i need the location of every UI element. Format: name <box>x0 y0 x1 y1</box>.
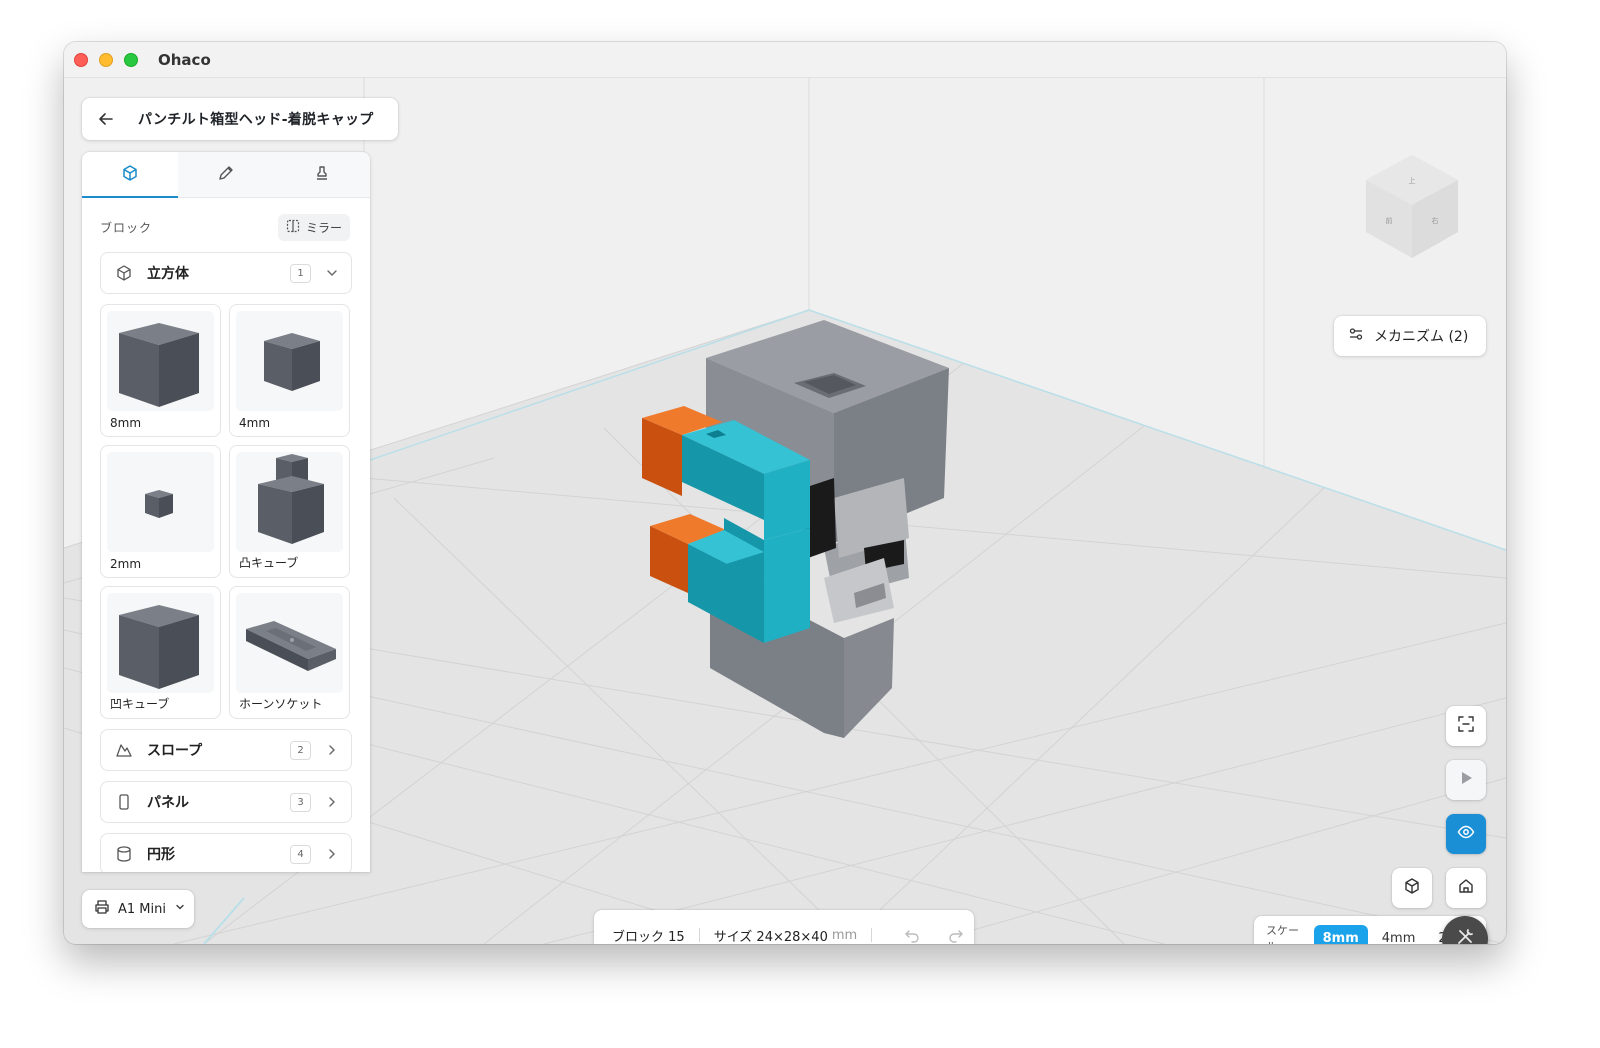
category-label: スロープ <box>147 743 203 759</box>
block-label: 2mm <box>110 557 142 571</box>
sliders-icon <box>1348 326 1364 346</box>
convex-cube-icon <box>236 452 343 552</box>
project-title: パンチルト箱型ヘッド-着脱キャップ <box>138 112 374 128</box>
chevron-right-icon <box>325 795 339 809</box>
zoom-window-button[interactable] <box>124 53 138 67</box>
block-panel: ブロック ミラー 立方体 1 8mm 4mm 2mm 凸キューブ 凹キューブ ホ… <box>82 152 370 872</box>
tools-icon <box>1454 926 1476 944</box>
fit-view-button[interactable] <box>1446 706 1486 746</box>
category-cylinder[interactable]: 円形 4 <box>100 833 352 872</box>
block-label: 8mm <box>110 416 142 430</box>
scale-option-4mm[interactable]: 4mm <box>1373 925 1425 945</box>
category-count: 3 <box>290 792 311 812</box>
svg-text:上: 上 <box>1409 176 1416 185</box>
3d-viewport[interactable]: 上 前 右 パンチルト箱型ヘッド-着脱キャップ ブロック ミラー 立方体 1 8… <box>64 78 1506 944</box>
category-count: 4 <box>290 844 311 864</box>
block-grid: 8mm 4mm 2mm 凸キューブ 凹キューブ ホーンソケット <box>100 304 352 719</box>
app-title: Ohaco <box>158 51 211 69</box>
chevron-right-icon <box>325 847 339 861</box>
cube-8mm-icon <box>107 311 214 411</box>
cube-icon <box>121 164 139 186</box>
block-tile-4mm[interactable]: 4mm <box>229 304 350 437</box>
chevron-right-icon <box>325 743 339 757</box>
tab-blocks[interactable] <box>82 152 178 198</box>
block-label: ホーンソケット <box>239 697 323 711</box>
visibility-toggle-button[interactable] <box>1446 814 1486 854</box>
printer-select[interactable]: A1 Mini <box>82 890 194 928</box>
svg-text:右: 右 <box>1432 216 1439 225</box>
size-unit: mm <box>831 927 858 943</box>
stamp-icon <box>313 164 331 186</box>
home-view-button[interactable] <box>1446 868 1486 908</box>
block-label: 凹キューブ <box>110 697 170 711</box>
minimize-window-button[interactable] <box>99 53 113 67</box>
eye-icon <box>1457 823 1475 845</box>
model-size: サイズ 24×28×40 <box>713 929 828 945</box>
project-header: パンチルト箱型ヘッド-着脱キャップ <box>82 98 398 140</box>
block-tile-concave-cube[interactable]: 凹キューブ <box>100 586 221 719</box>
mirror-button[interactable]: ミラー <box>277 213 350 241</box>
app-window: Ohaco 上 前 右 パンチルト箱型ヘッド-着脱キャップ ブロック ミラー 立… <box>64 42 1506 944</box>
mirror-label: ミラー <box>305 220 342 235</box>
redo-icon[interactable] <box>948 927 966 943</box>
cube-4mm-icon <box>236 311 343 411</box>
block-label: 4mm <box>239 416 271 430</box>
undo-icon[interactable] <box>904 927 922 943</box>
block-count: ブロック 15 <box>612 929 685 945</box>
tab-stamp[interactable] <box>274 152 370 197</box>
svg-text:前: 前 <box>1386 216 1393 225</box>
block-tile-convex-cube[interactable]: 凸キューブ <box>229 445 350 578</box>
status-bar: ブロック 15 サイズ 24×28×40 mm <box>594 910 974 944</box>
scale-option-8mm[interactable]: 8mm <box>1313 924 1368 944</box>
block-tile-2mm[interactable]: 2mm <box>100 445 221 578</box>
printer-icon <box>94 899 110 919</box>
concave-cube-icon <box>107 593 214 693</box>
mirror-icon <box>286 219 300 236</box>
panel-tabs <box>82 152 370 198</box>
category-label: 円形 <box>147 847 175 863</box>
close-window-button[interactable] <box>74 53 88 67</box>
cube-icon <box>1403 877 1421 899</box>
printer-label: A1 Mini <box>118 901 166 917</box>
navigation-cube[interactable]: 上 前 右 <box>1362 150 1462 260</box>
play-icon <box>1458 770 1474 790</box>
play-button[interactable] <box>1446 760 1486 800</box>
block-label: 凸キューブ <box>239 556 299 570</box>
block-tile-horn-socket[interactable]: ホーンソケット <box>229 586 350 719</box>
focus-frame-icon <box>1457 715 1475 737</box>
cube-outline-icon <box>115 264 133 282</box>
mechanism-label: メカニズム (2) <box>1374 329 1469 345</box>
block-tile-8mm[interactable]: 8mm <box>100 304 221 437</box>
horn-socket-icon <box>236 593 343 693</box>
category-slope[interactable]: スロープ 2 <box>100 729 352 771</box>
category-cube[interactable]: 立方体 1 <box>100 252 352 294</box>
cylinder-icon <box>115 845 133 863</box>
divider <box>698 928 700 942</box>
tab-edit[interactable] <box>178 152 274 197</box>
pencil-icon <box>217 164 235 186</box>
mechanism-button[interactable]: メカニズム (2) <box>1334 316 1486 356</box>
scale-label: スケール <box>1266 924 1299 944</box>
chevron-down-icon <box>174 901 186 917</box>
slope-icon <box>115 741 133 759</box>
category-count: 2 <box>290 740 311 760</box>
chevron-down-icon <box>325 266 339 280</box>
block-section-header: ブロック ミラー <box>82 198 370 242</box>
category-panel[interactable]: パネル 3 <box>100 781 352 823</box>
divider <box>871 928 873 942</box>
category-label: 立方体 <box>147 266 189 282</box>
category-label: パネル <box>147 795 189 811</box>
panel-icon <box>115 793 133 811</box>
cube-2mm-icon <box>107 452 214 552</box>
title-bar: Ohaco <box>64 42 1506 78</box>
home-icon <box>1457 877 1475 899</box>
3d-view-button[interactable] <box>1392 868 1432 908</box>
category-count: 1 <box>290 263 311 283</box>
section-title: ブロック <box>100 220 153 235</box>
back-arrow-icon[interactable] <box>98 110 116 128</box>
